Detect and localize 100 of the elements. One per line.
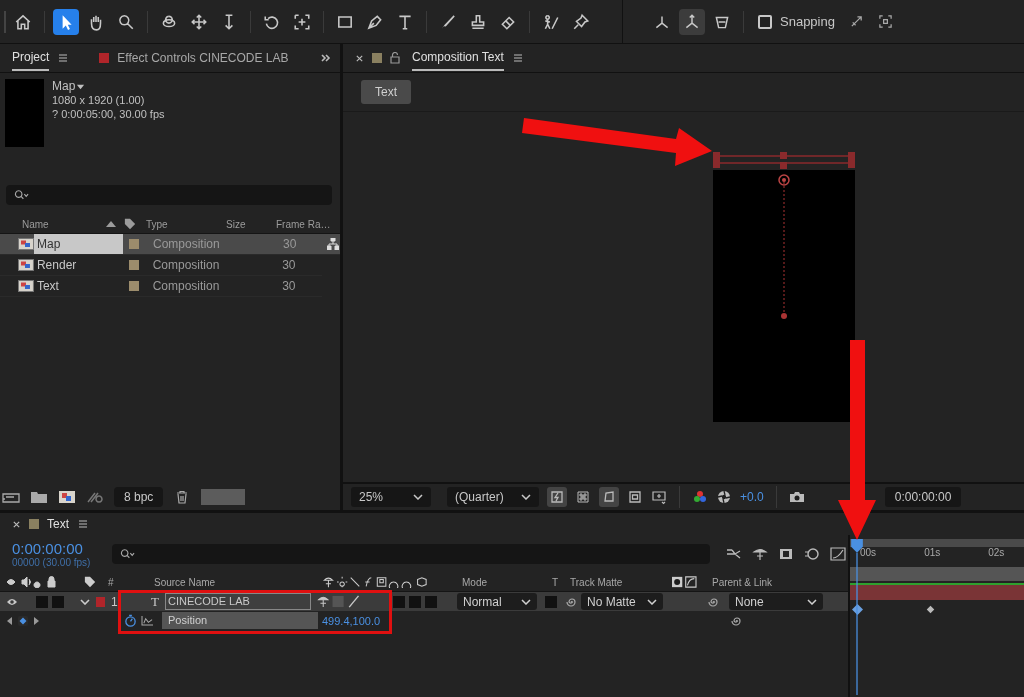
column-header[interactable]: Frame Ra… xyxy=(276,218,331,230)
camera-icon[interactable] xyxy=(788,489,805,505)
world-axis-icon xyxy=(683,12,701,31)
composition-flowchart-icon[interactable] xyxy=(726,547,742,561)
keyframe-navigator-icon[interactable] xyxy=(6,614,40,627)
shy-layers-icon[interactable] xyxy=(752,547,768,561)
snap-frame-icon[interactable] xyxy=(877,14,893,29)
blend-mode-dropdown[interactable]: Normal xyxy=(457,593,537,610)
project-row[interactable]: Text Composition 30 xyxy=(0,276,322,297)
color-swatch-field[interactable] xyxy=(201,489,246,505)
layer-row[interactable]: 1 T CINECODE LAB Normal No Matte None xyxy=(0,592,848,611)
effect-controls-tab[interactable]: Effect Controls CINECODE LAB xyxy=(117,46,289,70)
chevron-icon xyxy=(413,494,423,500)
frame-rate: 30 xyxy=(282,258,297,272)
property-value[interactable]: 499.4,100.0 xyxy=(322,614,392,627)
graph-icon[interactable] xyxy=(141,615,154,626)
switch-toggle[interactable] xyxy=(425,595,437,608)
mask-path-icon[interactable] xyxy=(599,487,619,507)
column-header[interactable]: Size xyxy=(226,218,276,230)
composition-label-swatch xyxy=(372,53,382,63)
lock-icon[interactable] xyxy=(390,52,400,64)
exposure-value[interactable]: +0.0 xyxy=(740,490,764,504)
eye-icon[interactable] xyxy=(6,596,18,607)
color-channels-icon[interactable] xyxy=(692,489,708,505)
current-time-display[interactable]: 0:00:00:00 xyxy=(12,540,102,557)
spiral-icon[interactable] xyxy=(707,595,719,608)
stopwatch-icon[interactable] xyxy=(124,614,137,627)
spiral-icon[interactable] xyxy=(565,595,577,608)
column-header[interactable]: Track Matte xyxy=(570,576,670,588)
transparency-grid-icon[interactable] xyxy=(575,489,591,505)
overflow-chevrons-icon[interactable] xyxy=(320,52,332,64)
layer-search-field[interactable] xyxy=(112,544,710,564)
column-header[interactable]: Type xyxy=(146,218,226,230)
composition-icon xyxy=(18,238,34,250)
fast-preview-icon[interactable] xyxy=(547,487,567,507)
search-field[interactable] xyxy=(6,185,332,205)
snapping-checkbox[interactable]: Snapping xyxy=(758,14,835,29)
ruler-label: 00s xyxy=(860,547,877,560)
menu-icon[interactable] xyxy=(77,518,89,530)
close-icon[interactable] xyxy=(355,53,364,63)
switch-toggle[interactable] xyxy=(409,595,421,608)
column-header[interactable]: Parent & Link xyxy=(712,576,773,588)
magnification-dropdown[interactable]: 25% xyxy=(351,487,431,507)
spiral-icon[interactable] xyxy=(730,614,742,627)
track-matte-dropdown[interactable]: No Matte xyxy=(581,593,663,610)
composition-tab[interactable]: Composition Text xyxy=(412,45,504,71)
chevron-icon xyxy=(521,494,531,500)
project-row[interactable]: Map Composition 30 xyxy=(0,234,340,255)
flowchart-icon[interactable] xyxy=(327,238,339,250)
close-icon[interactable] xyxy=(12,519,21,529)
keyframe-icon[interactable] xyxy=(852,604,863,615)
region-of-interest-icon[interactable] xyxy=(627,489,643,505)
keyframe-icon[interactable] xyxy=(926,605,935,614)
current-time-field[interactable]: 0:00:00:00 xyxy=(884,487,962,507)
layer-label-swatch[interactable] xyxy=(96,596,105,607)
column-header: # xyxy=(108,576,115,588)
composition-breadcrumb[interactable]: Text xyxy=(361,80,411,104)
timeline-tab[interactable]: Text xyxy=(47,512,69,536)
frame-rate: 30 xyxy=(282,279,297,293)
stamp-icon xyxy=(469,12,487,31)
chevron-icon xyxy=(647,598,657,605)
menu-icon[interactable] xyxy=(57,52,70,64)
item-type: Composition xyxy=(152,258,221,272)
world-axis-button[interactable] xyxy=(679,8,705,35)
solo-toggle[interactable] xyxy=(52,595,64,608)
layer-switches-icon[interactable] xyxy=(317,595,361,608)
new-composition-icon[interactable] xyxy=(58,490,76,504)
grid-guides-icon[interactable] xyxy=(651,489,667,505)
label-tag-icon xyxy=(124,218,136,230)
property-name: Position xyxy=(162,612,318,629)
column-header[interactable]: Name xyxy=(22,218,106,230)
preserve-transparency-toggle[interactable] xyxy=(545,595,557,608)
project-tab[interactable]: Project xyxy=(12,45,50,71)
ruler-label: 02s xyxy=(988,547,1005,560)
parent-dropdown[interactable]: None xyxy=(729,593,823,610)
project-row[interactable]: Render Composition 30 xyxy=(0,255,322,276)
frame-blending-icon[interactable] xyxy=(778,547,794,561)
motion-blur-icon[interactable] xyxy=(804,547,820,561)
ruler-label: 01s xyxy=(924,547,941,560)
project-item-name: Render xyxy=(35,257,78,274)
bit-depth-button[interactable]: 8 bpc xyxy=(114,487,164,507)
chevron-icon[interactable] xyxy=(80,598,90,605)
audio-toggle[interactable] xyxy=(36,595,48,608)
composition-icon xyxy=(18,280,34,292)
interpret-footage-icon[interactable] xyxy=(2,490,20,504)
folder-icon[interactable] xyxy=(30,490,48,504)
layer-name-field[interactable]: CINECODE LAB xyxy=(165,593,311,610)
switch-toggle[interactable] xyxy=(393,595,405,608)
layer-bounding-handles[interactable] xyxy=(713,152,855,170)
composition-icon xyxy=(18,259,34,271)
column-header[interactable]: Mode xyxy=(462,576,552,588)
selection-tool-button[interactable] xyxy=(53,8,79,35)
frame-rate: 30 xyxy=(283,237,298,251)
zoom-icon xyxy=(117,12,135,31)
matte-icons xyxy=(670,576,698,588)
graph-editor-icon[interactable] xyxy=(830,547,846,561)
resolution-dropdown[interactable]: (Quarter) xyxy=(447,487,539,507)
aperture-icon[interactable] xyxy=(716,489,732,505)
menu-icon[interactable] xyxy=(511,52,524,64)
column-header[interactable]: Source Name xyxy=(154,576,314,588)
